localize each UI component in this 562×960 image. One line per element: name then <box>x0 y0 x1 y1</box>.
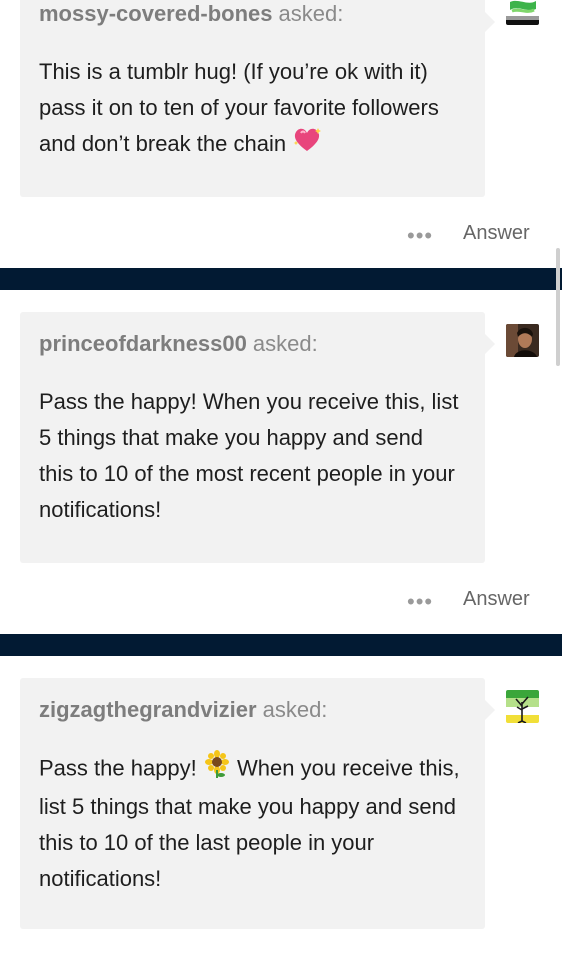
post-actions: ••• Answer <box>0 588 562 618</box>
sunflower-icon <box>203 750 231 789</box>
card-pointer <box>485 12 495 32</box>
post-divider <box>0 634 562 656</box>
dark-portrait-avatar-icon <box>506 324 539 357</box>
post-actions: ••• Answer <box>0 222 562 252</box>
sparkling-heart-icon <box>292 127 322 164</box>
more-options-icon[interactable]: ••• <box>407 591 433 613</box>
asker-avatar[interactable] <box>506 0 539 25</box>
card-pointer <box>485 700 495 720</box>
asker-line: mossy-covered-bones asked: <box>39 1 343 27</box>
scrollbar[interactable] <box>556 248 560 366</box>
asked-label: asked: <box>278 1 344 26</box>
card-pointer <box>485 334 495 354</box>
asker-avatar[interactable] <box>506 324 539 357</box>
ask-card: mossy-covered-bones asked: This is a tumb… <box>20 0 495 197</box>
answer-button[interactable]: Answer <box>463 222 530 245</box>
question-text: Pass the happy! When you receive this, l… <box>39 389 459 522</box>
tree-stripes-avatar-icon <box>506 690 539 723</box>
question-text: This is a tumblr hug! (If you’re ok with… <box>39 54 463 164</box>
green-blob-avatar-icon <box>506 0 539 25</box>
asker-line: princeofdarkness00 asked: <box>39 331 318 357</box>
question-text: Pass the happy! When you receive this, l… <box>39 750 463 897</box>
asked-label: asked: <box>262 697 328 722</box>
question-body: This is a tumblr hug! (If you’re ok with… <box>39 59 439 156</box>
answer-button[interactable]: Answer <box>463 588 530 611</box>
more-options-icon[interactable]: ••• <box>407 225 433 247</box>
asker-name-link[interactable]: zigzagthegrandvizier <box>39 697 257 722</box>
ask-card: princeofdarkness00 asked: Pass the happy!… <box>20 312 495 563</box>
asked-label: asked: <box>252 331 318 356</box>
post-divider <box>0 268 562 290</box>
question-intro: Pass the happy! <box>39 755 197 781</box>
asker-line: zigzagthegrandvizier asked: <box>39 697 327 723</box>
ask-card: zigzagthegrandvizier asked: Pass the happ… <box>20 678 495 929</box>
asker-avatar[interactable] <box>506 690 539 723</box>
asker-name-link[interactable]: mossy-covered-bones <box>39 1 273 26</box>
asker-name-link[interactable]: princeofdarkness00 <box>39 331 247 356</box>
